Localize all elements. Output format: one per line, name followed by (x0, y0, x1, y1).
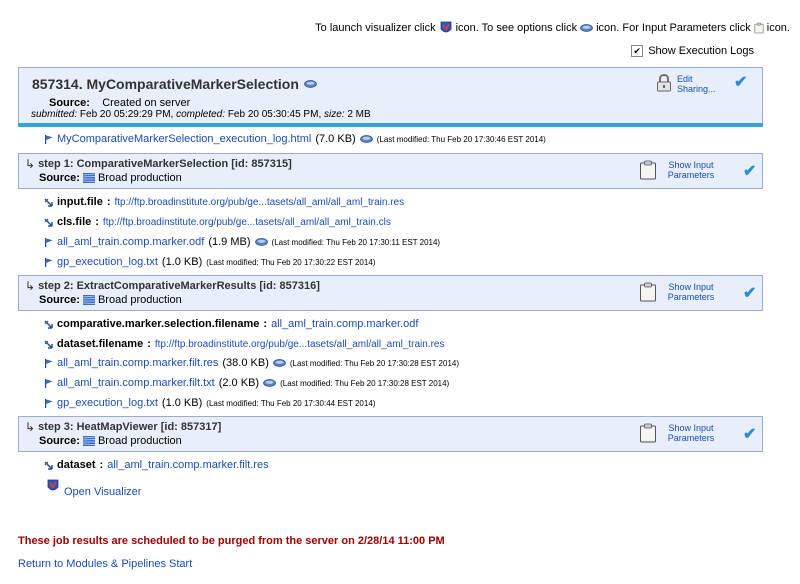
step-1-output-1: all_aml_train.comp.marker.odf (1.9 MB) (… (44, 236, 440, 248)
clipboard-icon (754, 22, 764, 34)
step-2-source: Broad production (97, 294, 182, 306)
step-2-output-3: gp_execution_log.txt (1.0 KB) (Last modi… (44, 397, 375, 409)
step-2-input-1: comparative.marker.selection.filename: a… (44, 318, 418, 330)
output-eye-icon[interactable] (255, 238, 268, 246)
step-1-show-params[interactable]: Show Input Parameters (639, 159, 721, 181)
edit-label[interactable]: Edit (677, 74, 716, 84)
job-options-eye-icon[interactable] (304, 80, 317, 88)
step-1-source: Broad production (97, 172, 182, 184)
job-source-label: Source: (49, 97, 90, 109)
params-instruction: icon. For Input Parameters click (596, 22, 751, 34)
clipboard-icon (639, 281, 657, 303)
submitted-time: Feb 20 05:29:29 PM (79, 109, 171, 120)
lock-icon (655, 74, 673, 92)
output-file-icon (44, 399, 53, 408)
step-arrow-icon: ↳ (25, 157, 36, 171)
output-file-icon (44, 258, 53, 267)
job-log-eye-icon[interactable] (360, 135, 373, 143)
job-header: 857314. MyComparativeMarkerSelection Sou… (18, 67, 763, 123)
open-visualizer-link[interactable]: Open Visualizer (64, 486, 141, 498)
open-visualizer[interactable]: Open Visualizer (46, 479, 141, 498)
step-2-show-params[interactable]: Show Input Parameters (639, 281, 721, 303)
output-file-link[interactable]: all_aml_train.comp.marker.odf (57, 236, 204, 248)
broad-icon (83, 436, 95, 446)
output-file-link[interactable]: all_aml_train.comp.marker.filt.txt (57, 377, 215, 389)
step-1-title: step 1: ComparativeMarkerSelection [id: … (38, 158, 292, 170)
step-2-output-2: all_aml_train.comp.marker.filt.txt (2.0 … (44, 377, 449, 389)
step-1-input-2: cls.file: ftp://ftp.broadinstitute.org/p… (44, 216, 391, 228)
output-file-icon (44, 238, 53, 247)
job-complete-check-icon: ✔ (734, 74, 748, 91)
output-file-icon (44, 135, 53, 144)
input-file-link[interactable]: all_aml_train.comp.marker.odf (271, 318, 418, 330)
step-2-title: step 2: ExtractComparativeMarkerResults … (38, 280, 320, 292)
input-file-link[interactable]: ftp://ftp.broadinstitute.org/pub/ge...ta… (115, 197, 405, 208)
step-1-check-icon: ✔ (743, 163, 757, 180)
job-size: 2 MB (347, 109, 371, 120)
show-logs-toggle[interactable]: ✔ Show Execution Logs (631, 45, 754, 57)
job-source-value: Created on server (102, 97, 191, 109)
input-file-link[interactable]: all_aml_train.comp.marker.filt.res (107, 459, 268, 471)
job-title-row: 857314. MyComparativeMarkerSelection (32, 76, 317, 92)
step-2-output-1: all_aml_train.comp.marker.filt.res (38.0… (44, 357, 459, 369)
cls-file-link[interactable]: ftp://ftp.broadinstitute.org/pub/ge...ta… (103, 217, 391, 228)
job-log-size: (7.0 KB) (315, 133, 356, 145)
input-file-link[interactable]: ftp://ftp.broadinstitute.org/pub/ge...ta… (155, 339, 445, 350)
options-instruction: icon. To see options click (455, 22, 578, 34)
job-log-link[interactable]: MyComparativeMarkerSelection_execution_l… (57, 133, 311, 145)
input-arrow-icon (44, 320, 53, 329)
step-3-title: step 3: HeatMapViewer [id: 857317] (38, 421, 222, 433)
job-log-row: MyComparativeMarkerSelection_execution_l… (44, 133, 546, 145)
output-file-link[interactable]: all_aml_train.comp.marker.filt.res (57, 357, 218, 369)
output-eye-icon[interactable] (273, 359, 286, 367)
output-eye-icon[interactable] (263, 379, 276, 387)
step-1-header: ↳ step 1: ComparativeMarkerSelection [id… (18, 153, 763, 189)
sharing-label[interactable]: Sharing... (677, 84, 716, 94)
job-title: 857314. MyComparativeMarkerSelection (32, 76, 299, 92)
step-arrow-icon: ↳ (25, 420, 36, 434)
output-file-link[interactable]: gp_execution_log.txt (57, 397, 158, 409)
input-arrow-icon (44, 198, 53, 207)
step-3-source: Broad production (97, 435, 182, 447)
input-arrow-icon (44, 218, 53, 227)
visualizer-icon (46, 479, 60, 493)
edit-sharing[interactable]: Edit Sharing... (655, 74, 716, 94)
purge-time: 11:00 PM (397, 535, 445, 547)
return-link[interactable]: Return to Modules & Pipelines Start (18, 558, 192, 570)
clipboard-icon (639, 422, 657, 444)
input-arrow-icon (44, 340, 53, 349)
show-logs-checkbox[interactable]: ✔ (631, 45, 644, 57)
step-1-output-2: gp_execution_log.txt (1.0 KB) (Last modi… (44, 256, 375, 268)
job-progress-bar (18, 123, 763, 127)
step-arrow-icon: ↳ (25, 279, 36, 293)
job-submitted: submitted: Feb 20 05:29:29 PM, completed… (31, 109, 371, 120)
step-1-input-1: input.file: ftp://ftp.broadinstitute.org… (44, 196, 404, 208)
show-logs-label: Show Execution Logs (648, 45, 754, 57)
job-log-modified: (Last modified: Thu Feb 20 17:30:46 EST … (376, 134, 546, 144)
broad-icon (83, 295, 95, 305)
step-3-header: ↳ step 3: HeatMapViewer [id: 857317] Sou… (18, 416, 763, 452)
completed-time: Feb 20 05:30:45 PM (227, 109, 319, 120)
purge-notice: These job results are scheduled to be pu… (18, 535, 445, 547)
output-file-icon (44, 359, 53, 368)
step-2-input-2: dataset.filename: ftp://ftp.broadinstitu… (44, 338, 444, 350)
eye-icon (580, 24, 593, 32)
launch-instruction: To launch visualizer click (315, 22, 436, 34)
input-arrow-icon (44, 461, 53, 470)
job-source: Source: Created on server (49, 97, 190, 109)
step-3-input-1: dataset: all_aml_train.comp.marker.filt.… (44, 459, 269, 471)
output-file-icon (44, 379, 53, 388)
step-2-check-icon: ✔ (743, 285, 757, 302)
step-3-check-icon: ✔ (743, 426, 757, 443)
broad-icon (83, 173, 95, 183)
clipboard-icon (639, 159, 657, 181)
header-instructions: To launch visualizer click icon. To see … (315, 21, 790, 35)
visualizer-icon (439, 21, 453, 35)
params-suffix: icon. (766, 22, 790, 34)
step-2-header: ↳ step 2: ExtractComparativeMarkerResult… (18, 275, 763, 311)
step-3-show-params[interactable]: Show Input Parameters (639, 422, 721, 444)
output-file-link[interactable]: gp_execution_log.txt (57, 256, 158, 268)
